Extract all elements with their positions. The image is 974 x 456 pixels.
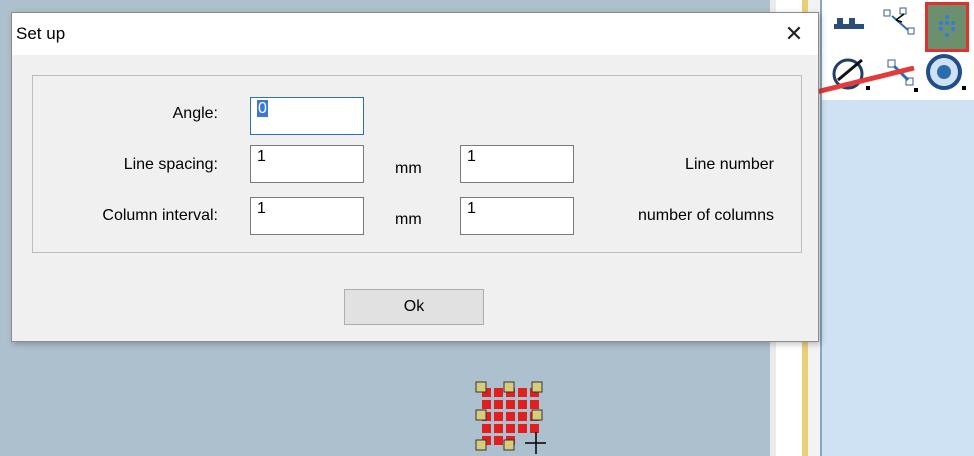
number-of-columns-value: 1 (467, 200, 476, 217)
circle-tool-icon[interactable] (922, 52, 974, 94)
array-tool-icon[interactable] (925, 2, 969, 52)
move-cursor-icon (525, 432, 546, 454)
array-object[interactable] (474, 380, 546, 456)
angle-label: Angle: (172, 105, 218, 122)
line-spacing-label: Line spacing: (123, 156, 218, 173)
node-edit-icon[interactable] (878, 6, 922, 40)
number-of-columns-label: number of columns (637, 207, 774, 224)
column-interval-label: Column interval: (102, 207, 218, 224)
line-spacing-unit: mm (395, 160, 422, 177)
column-interval-value: 1 (257, 200, 266, 217)
ok-button[interactable]: Ok (344, 289, 484, 325)
column-interval-input[interactable]: 1 (250, 197, 364, 235)
array-cells (482, 388, 539, 445)
number-of-columns-input[interactable]: 1 (460, 197, 574, 235)
line-number-input[interactable]: 1 (460, 145, 574, 183)
line-spacing-value: 1 (257, 148, 266, 165)
angle-input[interactable]: 0 (250, 97, 364, 135)
angle-value: 0 (257, 100, 268, 117)
dialog-title: Set up (16, 24, 66, 43)
close-button[interactable]: ✕ (772, 13, 816, 55)
line-number-label: Line number (685, 156, 774, 173)
close-icon: ✕ (784, 21, 804, 46)
setup-dialog: Set up ✕ Angle: 0 Line spacing: 1 mm 1 L… (11, 12, 819, 342)
line-spacing-input[interactable]: 1 (250, 145, 364, 183)
shapes-tool-icon[interactable] (832, 14, 868, 32)
line-number-value: 1 (467, 148, 476, 165)
column-interval-unit: mm (395, 211, 422, 228)
dialog-titlebar[interactable]: Set up ✕ (12, 13, 818, 55)
